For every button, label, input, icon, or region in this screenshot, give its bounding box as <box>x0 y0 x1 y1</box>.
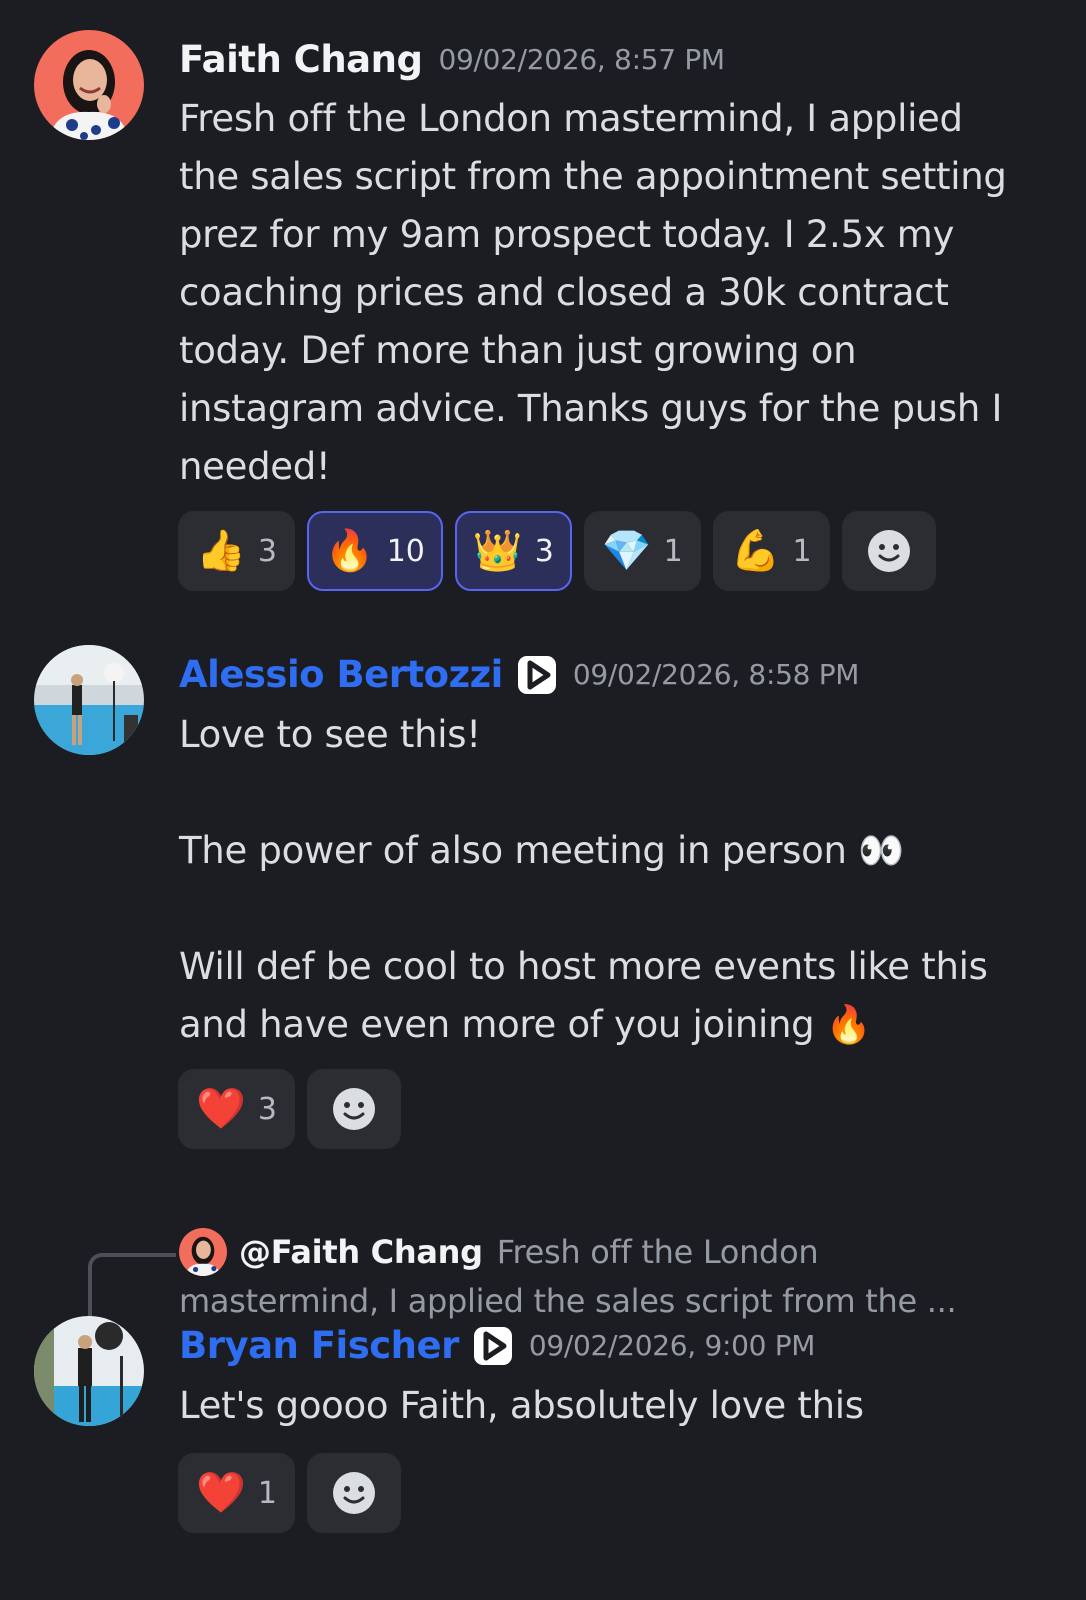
message-line: The power of also meeting in person 👀 <box>179 829 904 872</box>
message-line: today. Def more than just growing on <box>179 329 857 372</box>
heart-icon: ❤️ <box>196 1086 246 1132</box>
reaction-bar: 👍 3 🔥 10 👑 3 💎 1 💪 1 <box>178 511 936 591</box>
message-header: Faith Chang 09/02/2026, 8:57 PM <box>179 38 725 81</box>
message-timestamp: 09/02/2026, 8:57 PM <box>438 43 725 76</box>
play-badge-icon <box>517 655 557 695</box>
reaction-heart[interactable]: ❤️ 1 <box>178 1453 295 1533</box>
chat-message-list: Faith Chang 09/02/2026, 8:57 PM Fresh of… <box>0 0 1086 1600</box>
avatar-alessio-bertozzi[interactable] <box>34 645 144 755</box>
reaction-crown[interactable]: 👑 3 <box>454 511 572 591</box>
reply-preview-text: Fresh off the London <box>496 1233 819 1271</box>
gem-icon: 💎 <box>601 528 652 574</box>
reaction-bar: ❤️ 1 <box>178 1453 401 1533</box>
reaction-bar: ❤️ 3 <box>178 1069 401 1149</box>
reply-reference[interactable]: @Faith Chang Fresh off the London <box>179 1228 819 1276</box>
crown-icon: 👑 <box>472 528 523 574</box>
reaction-count: 3 <box>534 533 554 569</box>
add-reaction-button[interactable] <box>306 1453 401 1533</box>
smiley-add-reaction-icon <box>332 1088 375 1130</box>
reaction-flexed-bicep[interactable]: 💪 1 <box>712 511 830 591</box>
message-line: needed! <box>179 445 331 488</box>
reaction-count: 1 <box>663 533 683 569</box>
message-header: Bryan Fischer 09/02/2026, 9:00 PM <box>179 1324 815 1367</box>
flexed-bicep-icon: 💪 <box>730 528 781 574</box>
message-line: coaching prices and closed a 30k contrac… <box>179 271 949 314</box>
play-badge-icon <box>473 1326 513 1366</box>
reaction-count: 1 <box>792 533 812 569</box>
heart-icon: ❤️ <box>196 1470 246 1516</box>
message-line: prez for my 9am prospect today. I 2.5x m… <box>179 213 955 256</box>
message-line: instagram advice. Thanks guys for the pu… <box>179 387 1003 430</box>
message-line: Will def be cool to host more events lik… <box>179 945 988 988</box>
reaction-count: 3 <box>257 1091 277 1127</box>
reply-author-mention: @Faith Chang <box>239 1233 483 1271</box>
avatar-bryan-fischer[interactable] <box>34 1316 144 1426</box>
fire-icon: 🔥 <box>324 528 375 574</box>
message-timestamp: 09/02/2026, 8:58 PM <box>572 658 860 691</box>
message-line: the sales script from the appointment se… <box>179 155 1007 198</box>
message-line: Let's goooo Faith, absolutely love this <box>179 1384 864 1427</box>
reaction-thumbs-up[interactable]: 👍 3 <box>178 511 295 591</box>
message-content: Love to see this! The power of also meet… <box>179 706 1059 1054</box>
message-header: Alessio Bertozzi 09/02/2026, 8:58 PM <box>179 653 859 696</box>
reaction-gem[interactable]: 💎 1 <box>583 511 701 591</box>
add-reaction-button[interactable] <box>306 1069 401 1149</box>
author-name[interactable]: Faith Chang <box>179 38 423 81</box>
author-name[interactable]: Bryan Fischer <box>179 1324 459 1367</box>
message-timestamp: 09/02/2026, 9:00 PM <box>528 1329 816 1362</box>
reaction-heart[interactable]: ❤️ 3 <box>178 1069 295 1149</box>
reply-preview-text-continued: mastermind, I applied the sales script f… <box>179 1282 957 1320</box>
message-line: Fresh off the London mastermind, I appli… <box>179 97 963 140</box>
reaction-count: 3 <box>257 533 277 569</box>
author-name[interactable]: Alessio Bertozzi <box>179 653 503 696</box>
reaction-count: 10 <box>386 533 425 569</box>
message-content: Fresh off the London mastermind, I appli… <box>179 90 1059 496</box>
reaction-fire[interactable]: 🔥 10 <box>306 511 443 591</box>
message-line: Love to see this! <box>179 713 481 756</box>
reply-avatar-faith-chang <box>179 1228 227 1276</box>
smiley-add-reaction-icon <box>867 530 910 572</box>
add-reaction-button[interactable] <box>841 511 936 591</box>
message-content: Let's goooo Faith, absolutely love this <box>179 1377 1059 1435</box>
reaction-count: 1 <box>257 1475 277 1511</box>
avatar-faith-chang[interactable] <box>34 30 144 140</box>
smiley-add-reaction-icon <box>332 1472 375 1514</box>
thumbs-up-icon: 👍 <box>196 528 246 574</box>
message-line: and have even more of you joining 🔥 <box>179 1003 872 1046</box>
